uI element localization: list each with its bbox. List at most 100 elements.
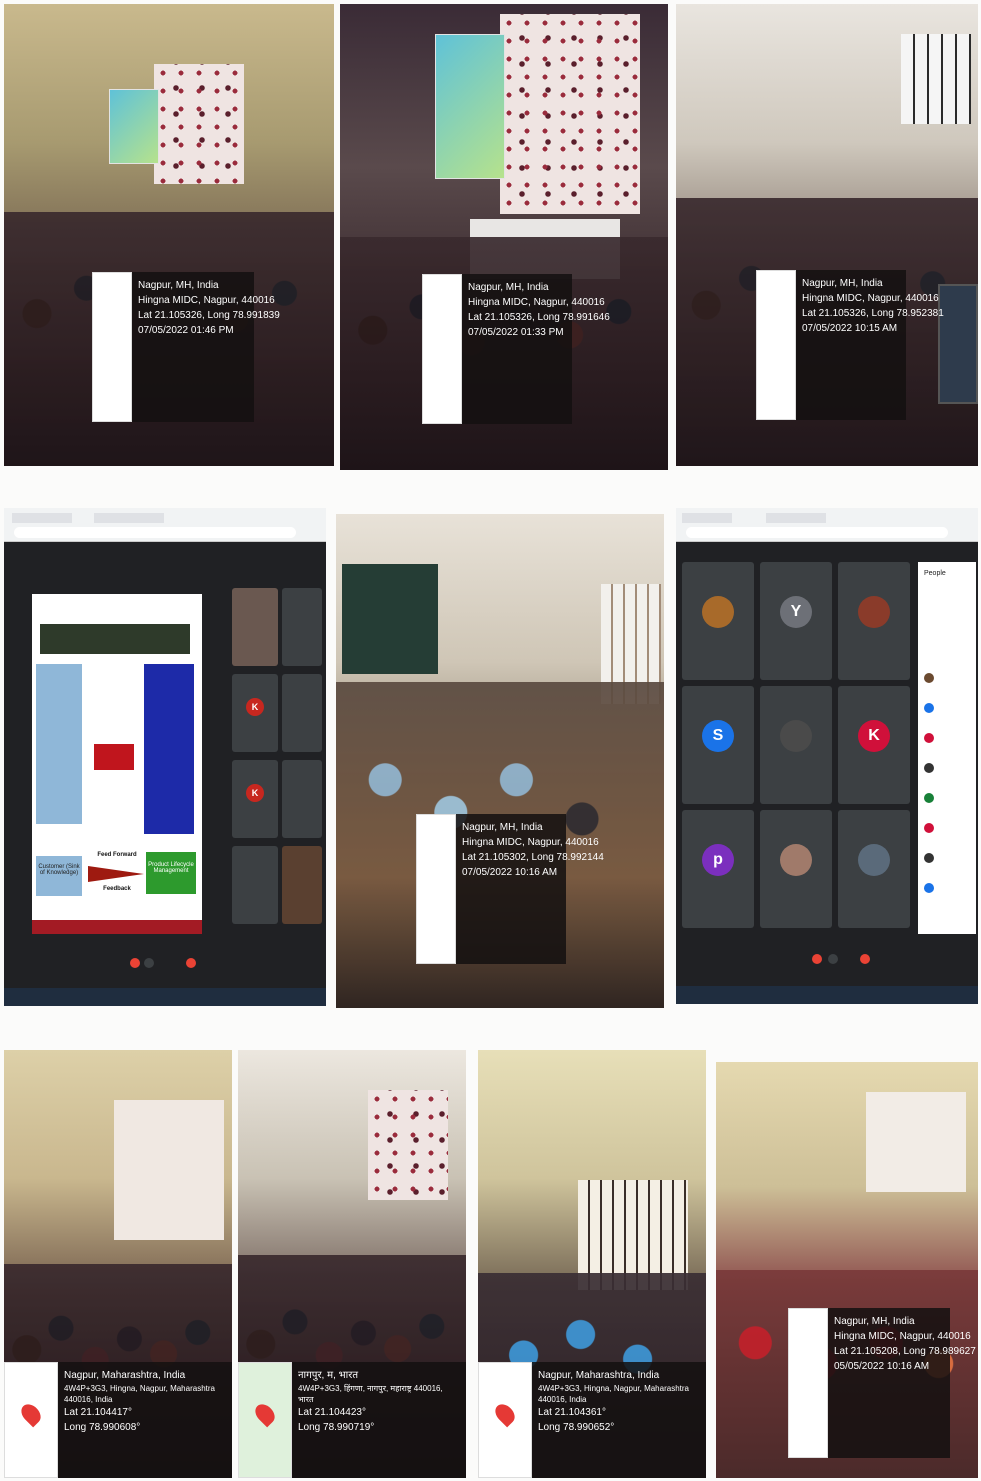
geotag-overlay: Nagpur, Maharashtra, India 4W4P+3G3, Hin…	[4, 1362, 232, 1478]
map-pin-icon	[17, 1400, 45, 1428]
geotag-line: Hingna MIDC, Nagpur, 440016	[462, 837, 599, 848]
geotag-line: Nagpur, Maharashtra, India	[64, 1370, 186, 1381]
end-call-button[interactable]	[860, 954, 870, 964]
participant-avatar: K	[858, 720, 890, 752]
geotag-line: 07/05/2022 10:15 AM	[802, 323, 898, 334]
participant-tile: S	[682, 686, 754, 804]
participant-avatar	[702, 596, 734, 628]
geotag-line: Nagpur, Maharashtra, India	[538, 1370, 660, 1381]
seminar-hall-photo-2: Nagpur, MH, India Hingna MIDC, Nagpur, 4…	[340, 4, 668, 470]
map-thumbnail	[416, 814, 456, 964]
participant-avatar: p	[702, 844, 734, 876]
geotag-line: Lat 21.104417°	[64, 1407, 132, 1418]
geotag-line: Long 78.990652°	[538, 1422, 615, 1433]
participant-tile: K	[232, 760, 278, 838]
map-thumbnail	[238, 1362, 292, 1478]
participant-tile: K	[232, 674, 278, 752]
slide-label-feedforward: Feed Forward	[97, 852, 137, 858]
geotag-line: Nagpur, MH, India	[138, 280, 219, 291]
participant-tile: K	[838, 686, 910, 804]
geotag-line: नागपुर, म, भारत	[298, 1370, 359, 1381]
geotag-line: 07/05/2022 01:46 PM	[138, 325, 234, 336]
online-meeting-screenshot-2: People Y S Kp	[676, 508, 978, 1004]
map-thumbnail	[4, 1362, 58, 1478]
geotag-line: Hingna MIDC, Nagpur, 440016	[802, 293, 939, 304]
geotag-line: 05/05/2022 10:16 AM	[834, 1361, 930, 1372]
geotag-line: 4W4P+3G3, Hingna, Nagpur, Maharashtra 44…	[64, 1384, 215, 1404]
blackboard	[342, 564, 438, 674]
map-pin-icon	[491, 1400, 519, 1428]
camera-button[interactable]	[828, 954, 838, 964]
participant-tile	[760, 686, 832, 804]
participant-avatar	[780, 844, 812, 876]
geotag-line: Lat 21.105326, Long 78.991839	[138, 310, 280, 321]
camera-button[interactable]	[144, 958, 154, 968]
geotag-line: Hingna MIDC, Nagpur, 440016	[468, 297, 605, 308]
geotag-line: Nagpur, MH, India	[462, 822, 543, 833]
participant-avatar	[858, 844, 890, 876]
participant-tile	[282, 588, 322, 666]
participant-tile: Y	[760, 562, 832, 680]
geotag-line: 07/05/2022 01:33 PM	[468, 327, 564, 338]
geotag-line: Lat 21.105302, Long 78.992144	[462, 852, 604, 863]
classroom-photo-3: Nagpur, MH, India Hingna MIDC, Nagpur, 4…	[676, 4, 978, 466]
decorated-wall	[154, 64, 244, 184]
geotag-overlay: Nagpur, Maharashtra, India 4W4P+3G3, Hin…	[478, 1362, 706, 1478]
geotag-line: Long 78.990608°	[64, 1422, 141, 1433]
decorated-wall	[368, 1090, 448, 1200]
geotag-line: Lat 21.105208, Long 78.989627	[834, 1346, 976, 1357]
mic-button[interactable]	[812, 954, 822, 964]
geotag-overlay: Nagpur, MH, India Hingna MIDC, Nagpur, 4…	[92, 272, 280, 422]
participant-tile	[232, 846, 278, 924]
slide-arrow	[88, 866, 144, 882]
geotag-line: Nagpur, MH, India	[802, 278, 883, 289]
geotag-line: Hingna MIDC, Nagpur, 440016	[834, 1331, 971, 1342]
geotag-line: 4W4P+3G3, Hingna, Nagpur, Maharashtra 44…	[538, 1384, 689, 1404]
participant-tile	[282, 846, 322, 924]
slide-label-feedback: Feedback	[103, 886, 131, 892]
geotag-line: Long 78.990719°	[298, 1422, 375, 1433]
address-bar	[14, 527, 296, 538]
geotag-overlay: Nagpur, MH, India Hingna MIDC, Nagpur, 4…	[756, 270, 944, 420]
address-bar	[686, 527, 948, 538]
taskbar	[676, 986, 978, 1004]
taskbar	[4, 988, 326, 1006]
participant-tile	[682, 562, 754, 680]
end-call-button[interactable]	[186, 958, 196, 968]
participant-avatar	[780, 720, 812, 752]
hall-photo-5: Nagpur, Maharashtra, India 4W4P+3G3, Hin…	[4, 1050, 232, 1478]
browser-toolbar	[676, 508, 978, 542]
participant-tile	[838, 810, 910, 928]
people-panel-title: People	[924, 570, 946, 577]
map-thumbnail	[92, 272, 132, 422]
geotag-line: Lat 21.104423°	[298, 1407, 366, 1418]
participant-tile	[760, 810, 832, 928]
geotag-line: 4W4P+3G3, हिंगणा, नागपुर, महाराष्ट्र 440…	[298, 1384, 443, 1404]
map-thumbnail	[788, 1308, 828, 1458]
geotag-line: Lat 21.105326, Long 78.991646	[468, 312, 610, 323]
browser-toolbar	[4, 508, 326, 542]
map-thumbnail	[756, 270, 796, 420]
mic-button[interactable]	[130, 958, 140, 968]
classroom-photo-4: Nagpur, MH, India Hingna MIDC, Nagpur, 4…	[336, 514, 664, 1008]
geotag-line: Nagpur, MH, India	[834, 1316, 915, 1327]
hall-photo-6: नागपुर, म, भारत 4W4P+3G3, हिंगणा, नागपुर…	[238, 1050, 466, 1478]
participant-avatar	[858, 596, 890, 628]
slide-box-plm: Product Lifecycle Management	[146, 852, 196, 894]
geotag-overlay: Nagpur, MH, India Hingna MIDC, Nagpur, 4…	[416, 814, 604, 964]
people-panel: People	[918, 562, 976, 934]
decorated-wall	[500, 14, 640, 214]
geotag-line: Hingna MIDC, Nagpur, 440016	[138, 295, 275, 306]
geotag-overlay: नागपुर, म, भारत 4W4P+3G3, हिंगणा, नागपुर…	[238, 1362, 466, 1478]
map-pin-icon	[251, 1400, 279, 1428]
online-meeting-screenshot-1: Customer (Sink of Knowledge) Feed Forwar…	[4, 508, 326, 1006]
geotag-line: Lat 21.104361°	[538, 1407, 606, 1418]
map-thumbnail	[422, 274, 462, 424]
participant-tile	[282, 760, 322, 838]
participant-tile: p	[682, 810, 754, 928]
participant-avatar: S	[702, 720, 734, 752]
geotag-overlay: Nagpur, MH, India Hingna MIDC, Nagpur, 4…	[422, 274, 610, 424]
geotag-line: 07/05/2022 10:16 AM	[462, 867, 558, 878]
hall-photo-8: Nagpur, MH, India Hingna MIDC, Nagpur, 4…	[716, 1062, 978, 1478]
presentation-slide: Customer (Sink of Knowledge) Feed Forwar…	[32, 594, 202, 934]
